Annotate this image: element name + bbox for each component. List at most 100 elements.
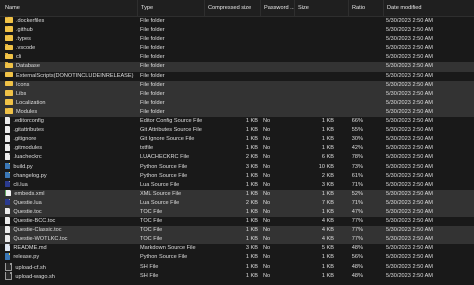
file-icon bbox=[5, 126, 11, 133]
file-row[interactable]: build.py Python Source File 3 KB No 10 KB 73%… bbox=[0, 162, 474, 172]
password-protected: No bbox=[263, 118, 271, 125]
column-header-type[interactable]: Type bbox=[137, 0, 204, 16]
compressed-size: 3 KB bbox=[245, 245, 258, 252]
file-row[interactable]: upload-cf.sh SH File 1 KB No 1 KB 48% 5/30/202… bbox=[0, 262, 474, 272]
file-name: Questie-WOTLKC.toc bbox=[13, 236, 68, 243]
file-name: cli bbox=[16, 54, 22, 61]
file-row[interactable]: cli.lua Lua Source File 1 KB No 3 KB 71% 5/30/… bbox=[0, 180, 474, 190]
file-name-cell: .dockerfiles bbox=[5, 17, 138, 26]
file-name: changelog.py bbox=[13, 172, 47, 179]
file-name-cell: .types bbox=[5, 35, 138, 44]
file-list: .dockerfiles File folder 5/30/2023 2:50 AM… bbox=[0, 17, 474, 281]
file-size bbox=[296, 17, 334, 26]
column-header-size[interactable]: Size bbox=[294, 0, 348, 16]
file-row[interactable]: release.py Python Source File 1 KB No 1 KB 56… bbox=[0, 253, 474, 262]
date-modified: 5/30/2023 2:50 AM bbox=[386, 163, 433, 170]
file-row[interactable]: Questie-BCC.toc TOC File 1 KB No 4 KB 77% 5/30… bbox=[0, 217, 474, 226]
file-row[interactable]: Modules File folder 5/30/2023 2:50 AM bbox=[0, 107, 474, 118]
file-size: 1 KB bbox=[321, 208, 334, 215]
file-type: File folder bbox=[140, 81, 165, 88]
file-name-cell: Questie.lua bbox=[5, 198, 138, 208]
folder-icon bbox=[5, 44, 13, 51]
folder-icon bbox=[5, 17, 13, 23]
file-row[interactable]: Database File folder 5/30/2023 2:50 AM bbox=[0, 62, 474, 72]
file-name: .gitignore bbox=[13, 136, 37, 143]
file-row[interactable]: .gitignore Git Ignore Source File 1 KB No 1 … bbox=[0, 135, 474, 144]
date-modified: 5/30/2023 2:50 AM bbox=[386, 154, 433, 161]
file-name-cell: Icons bbox=[5, 80, 138, 90]
compressed-size: 1 KB bbox=[245, 227, 258, 234]
date-modified: 5/30/2023 2:50 AM bbox=[386, 45, 433, 52]
file-name-cell: .luacheckrc bbox=[5, 153, 138, 162]
compressed-size bbox=[206, 53, 258, 62]
file-name-cell: cli.lua bbox=[5, 180, 138, 190]
file-type: File folder bbox=[140, 63, 165, 70]
column-header-password[interactable]: Password ... bbox=[260, 0, 295, 16]
file-row[interactable]: .types File folder 5/30/2023 2:50 AM bbox=[0, 35, 474, 44]
file-row[interactable]: .gitattributes Git Attributes Source File… bbox=[0, 126, 474, 135]
file-type: Python Source File bbox=[140, 172, 188, 179]
compression-ratio: 48% bbox=[351, 263, 363, 270]
file-name: Localization bbox=[16, 99, 46, 106]
file-row[interactable]: Questie.lua Lua Source File 2 KB No 7 KB 71% 5… bbox=[0, 198, 474, 208]
file-name-cell: ExternalScripts(DONOTINCLUDEINRELEASE) bbox=[5, 71, 138, 81]
file-size bbox=[296, 108, 334, 117]
date-modified: 5/30/2023 2:50 AM bbox=[386, 136, 433, 143]
file-icon bbox=[5, 135, 11, 142]
file-row[interactable]: Questie-Classic.toc TOC File 1 KB No 4 KB 77%… bbox=[0, 226, 474, 236]
column-header-name[interactable]: Name bbox=[5, 0, 138, 16]
file-size: 1 KB bbox=[321, 145, 334, 152]
file-row[interactable]: README.md Markdown Source File 3 KB No 5 KB 4… bbox=[0, 244, 474, 253]
file-size bbox=[296, 26, 334, 35]
password-protected: No bbox=[263, 208, 271, 215]
compressed-size: 1 KB bbox=[245, 145, 258, 152]
file-row[interactable]: .vscode File folder 5/30/2023 2:50 AM bbox=[0, 44, 474, 53]
compression-ratio bbox=[350, 53, 363, 62]
file-row[interactable]: Questie.toc TOC File 1 KB No 1 KB 47% 5/30/202… bbox=[0, 207, 474, 218]
file-row[interactable]: Questie-WOTLKC.toc TOC File 1 KB No 4 KB 77% 5… bbox=[0, 235, 474, 245]
password-protected: No bbox=[263, 154, 271, 161]
date-modified: 5/30/2023 2:50 AM bbox=[386, 90, 433, 97]
password-protected: No bbox=[263, 236, 271, 243]
compressed-size: 1 KB bbox=[245, 181, 258, 188]
compressed-size bbox=[206, 99, 258, 108]
file-name: Libs bbox=[16, 90, 27, 97]
password-protected bbox=[263, 90, 293, 99]
compression-ratio bbox=[350, 26, 363, 35]
file-row[interactable]: cli File folder 5/30/2023 2:50 AM bbox=[0, 53, 474, 62]
file-name-cell: Questie-Classic.toc bbox=[5, 226, 138, 235]
date-modified: 5/30/2023 2:50 AM bbox=[386, 190, 433, 197]
compressed-size bbox=[206, 44, 258, 53]
file-name: build.py bbox=[13, 163, 33, 170]
file-type: Markdown Source File bbox=[140, 245, 196, 252]
file-size: 6 KB bbox=[321, 154, 334, 161]
compression-ratio: 52% bbox=[351, 190, 363, 197]
file-type: Python Source File bbox=[140, 163, 188, 170]
date-modified: 5/30/2023 2:50 AM bbox=[386, 272, 433, 279]
file-name-cell: changelog.py bbox=[5, 171, 138, 181]
file-row[interactable]: Libs File folder 5/30/2023 2:50 AM bbox=[0, 89, 474, 99]
file-row[interactable]: ExternalScripts(DONOTINCLUDEINRELEASE) Fi… bbox=[0, 71, 474, 81]
folder-icon bbox=[5, 71, 13, 78]
folder-icon bbox=[5, 62, 13, 69]
file-row[interactable]: Icons File folder 5/30/2023 2:50 AM bbox=[0, 80, 474, 90]
file-row[interactable]: changelog.py Python Source File 1 KB No 2 KB… bbox=[0, 171, 474, 181]
file-type: LUACHECKRC File bbox=[140, 154, 190, 161]
file-row[interactable]: .dockerfiles File folder 5/30/2023 2:50 AM bbox=[0, 17, 474, 26]
file-size: 1 KB bbox=[321, 254, 334, 261]
column-header-compressed-size[interactable]: Compressed size bbox=[204, 0, 260, 16]
file-row[interactable]: embeds.xml XML Source File 1 KB No 1 KB 52% 5/… bbox=[0, 189, 474, 199]
file-row[interactable]: upload-wago.sh SH File 1 KB No 1 KB 48% 5/30/2… bbox=[0, 271, 474, 281]
file-row[interactable]: Localization File folder 5/30/2023 2:50 AM bbox=[0, 98, 474, 108]
file-name-cell: Localization bbox=[5, 98, 138, 108]
file-size: 1 KB bbox=[321, 127, 334, 134]
file-row[interactable]: .gitmodules txtfile 1 KB No 1 KB 42% 5/30/2023… bbox=[0, 144, 474, 153]
file-row[interactable]: .editorconfig Editor Config Source File 1 … bbox=[0, 117, 474, 126]
file-row[interactable]: .luacheckrc LUACHECKRC File 2 KB No 6 KB 78% 5… bbox=[0, 153, 474, 162]
lua-file-icon bbox=[5, 180, 11, 188]
column-header-ratio[interactable]: Ratio bbox=[348, 0, 383, 16]
file-row[interactable]: .github File folder 5/30/2023 2:50 AM bbox=[0, 26, 474, 35]
file-name: .vscode bbox=[16, 45, 36, 52]
column-header-date-modified[interactable]: Date modified bbox=[383, 0, 474, 16]
file-type: Python Source File bbox=[140, 254, 188, 261]
